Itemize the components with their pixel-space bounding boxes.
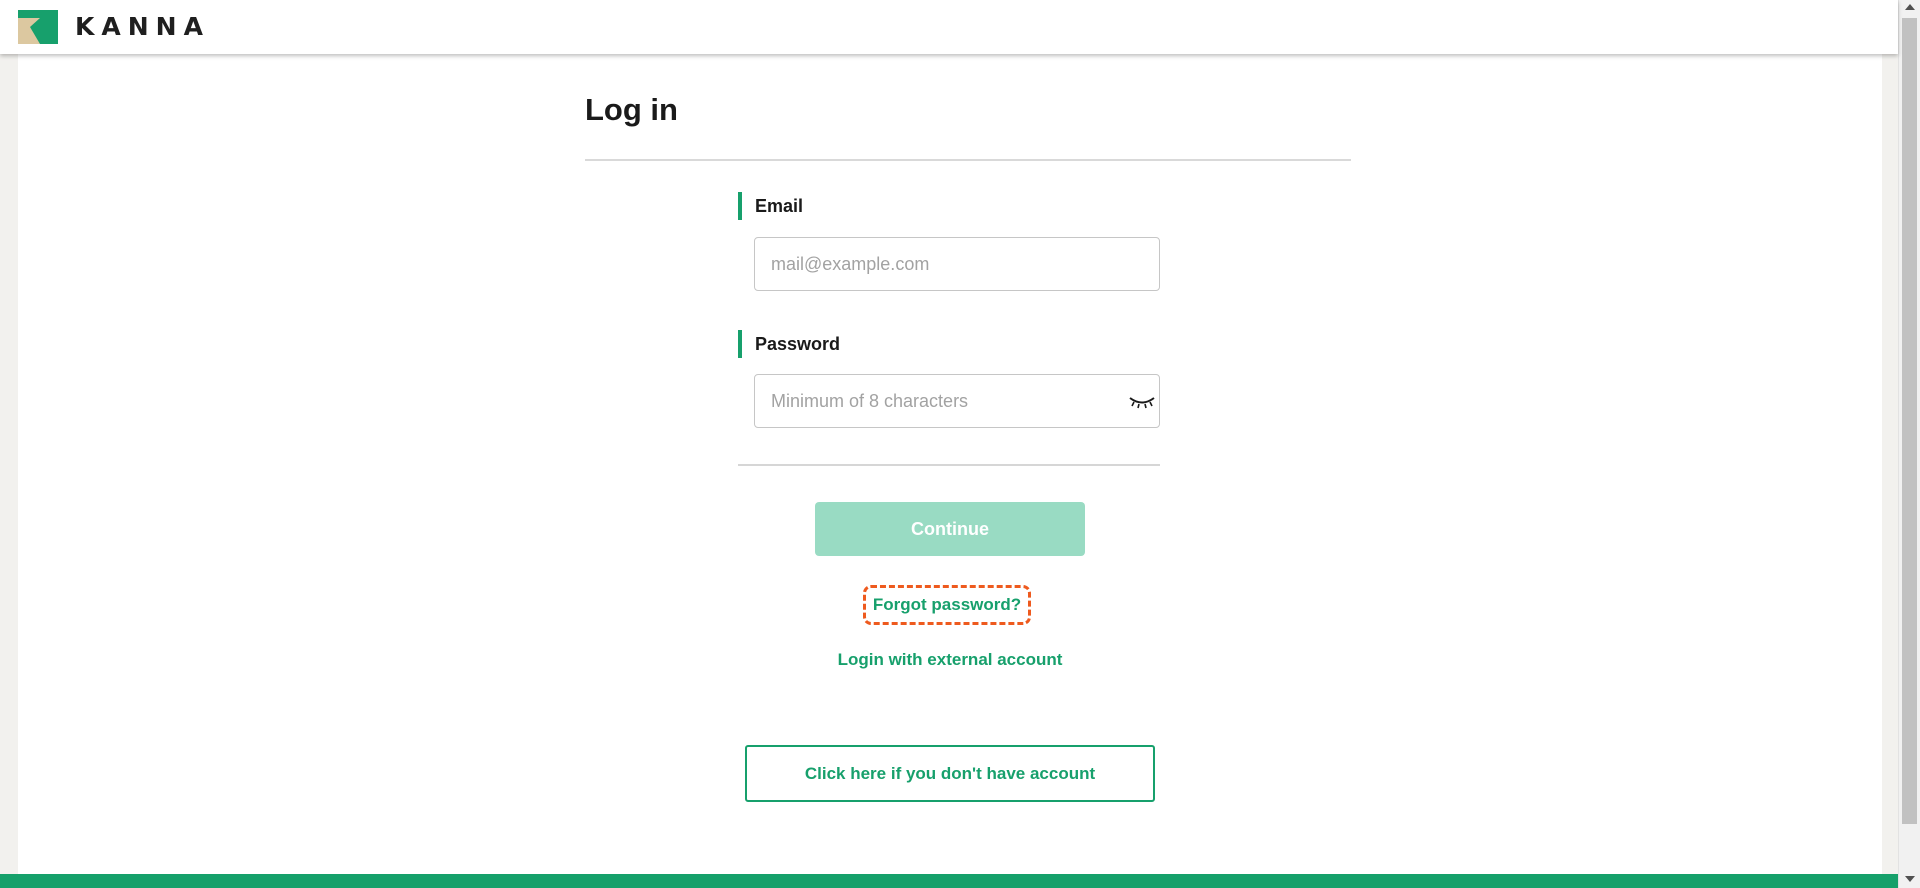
scrollbar-thumb[interactable] — [1902, 18, 1917, 824]
scroll-up-arrow-icon[interactable] — [1905, 4, 1915, 10]
footer-bar — [0, 874, 1898, 888]
eye-closed-icon[interactable] — [1128, 393, 1156, 411]
kanna-logo-icon[interactable] — [18, 10, 58, 44]
scroll-down-arrow-icon[interactable] — [1905, 876, 1915, 882]
title-divider — [585, 159, 1351, 161]
external-login-link[interactable]: Login with external account — [815, 648, 1085, 672]
form-divider — [738, 464, 1160, 466]
email-field[interactable] — [754, 237, 1160, 291]
continue-button[interactable]: Continue — [815, 502, 1085, 556]
signup-button[interactable]: Click here if you don't have account — [745, 745, 1155, 802]
page-title: Log in — [585, 92, 678, 127]
password-field[interactable] — [754, 374, 1160, 428]
logo-wordmark[interactable]: KANNA — [75, 12, 210, 42]
forgot-password-link[interactable]: Forgot password? — [863, 585, 1031, 625]
top-header: KANNA — [0, 0, 1898, 54]
email-label: Email — [738, 192, 803, 220]
vertical-scrollbar[interactable] — [1898, 0, 1920, 888]
password-label: Password — [738, 330, 840, 358]
main-content: Log in Email Password Continue Forgot pa… — [18, 54, 1882, 874]
